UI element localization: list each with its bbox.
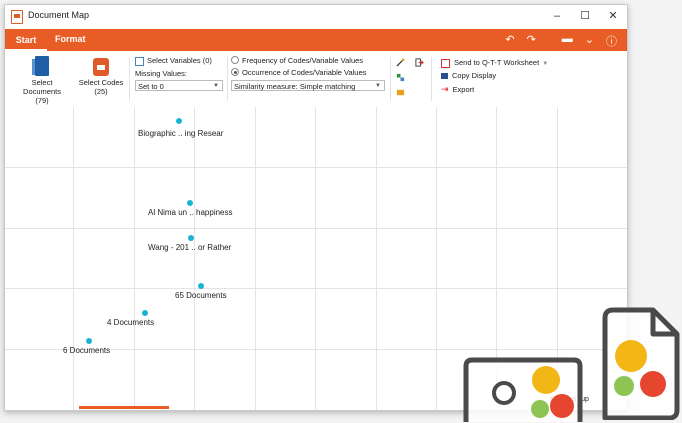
grid-line bbox=[194, 107, 195, 410]
ribbon-toolbar: Select Documents (79) Select Codes (25) … bbox=[5, 51, 627, 108]
window-title: Document Map bbox=[28, 10, 90, 20]
select-variables-label: Select Variables (0) bbox=[147, 56, 212, 65]
ribbon-separator bbox=[390, 57, 391, 101]
grid-line bbox=[5, 288, 627, 289]
frequency-label: Frequency of Codes/Variable Values bbox=[242, 56, 364, 65]
map-point-label: 4 Documents bbox=[107, 318, 155, 327]
document-map-icon bbox=[11, 10, 23, 24]
map-point[interactable] bbox=[142, 310, 148, 316]
chevron-down-icon: ▼ bbox=[213, 83, 219, 89]
copy-display-label: Copy Display bbox=[452, 71, 497, 80]
copy-display-button[interactable]: Copy Display bbox=[441, 71, 496, 80]
similarity-measure-value: Similarity measure: Simple matching bbox=[234, 82, 356, 91]
map-point[interactable] bbox=[176, 118, 182, 124]
map-point-label: Biographic .. ing Resear bbox=[138, 129, 224, 138]
export-icon: ⇥ bbox=[441, 84, 449, 94]
wand-icon[interactable] bbox=[396, 58, 405, 67]
export-label: Export bbox=[452, 85, 475, 94]
chevron-down-icon: ▼ bbox=[375, 83, 381, 89]
codes-icon bbox=[93, 58, 109, 76]
map-point[interactable] bbox=[187, 200, 193, 206]
chevron-down-icon[interactable]: ⌄ bbox=[585, 33, 594, 49]
document-map-window: Document Map – ☐ ✕ Start Format ↶ ↷ ▬ ⌄ … bbox=[4, 4, 628, 411]
missing-values-dropdown[interactable]: Set to 0 ▼ bbox=[135, 80, 223, 91]
grid-line bbox=[255, 107, 256, 410]
grid-line bbox=[134, 107, 135, 410]
ribbon-tab-bar: Start Format ↶ ↷ ▬ ⌄ ⓘ bbox=[5, 29, 627, 51]
frequency-radio[interactable]: Frequency of Codes/Variable Values bbox=[231, 56, 363, 65]
select-documents-label: Select Documents bbox=[23, 78, 61, 96]
select-codes-label: Select Codes bbox=[78, 78, 124, 87]
documents-icon bbox=[32, 56, 49, 76]
send-icon bbox=[441, 58, 450, 68]
select-documents-button[interactable]: Select Documents (79) bbox=[13, 56, 71, 105]
radio-off-icon bbox=[231, 56, 239, 65]
map-point[interactable] bbox=[198, 283, 204, 289]
send-qtt-button[interactable]: Send to Q-T-T Worksheet ▼ bbox=[441, 58, 548, 68]
occurrence-radio[interactable]: Occurrence of Codes/Variable Values bbox=[231, 68, 366, 77]
variables-icon bbox=[135, 56, 144, 66]
minimize-button[interactable]: – bbox=[546, 8, 568, 24]
map-point-label: 6 Documents bbox=[63, 346, 111, 355]
undo-icon[interactable]: ↶ bbox=[505, 33, 514, 49]
select-codes-count: (25) bbox=[94, 87, 108, 96]
grid-line bbox=[376, 107, 377, 410]
ribbon-separator bbox=[227, 57, 228, 101]
layout-icon[interactable] bbox=[396, 73, 405, 82]
tab-format[interactable]: Format bbox=[55, 34, 86, 44]
ribbon-separator bbox=[129, 57, 130, 101]
grid-line bbox=[5, 167, 627, 168]
select-variables-button[interactable]: Select Variables (0) bbox=[135, 56, 212, 66]
select-codes-button[interactable]: Select Codes (25) bbox=[77, 56, 125, 96]
missing-values-label: Missing Values: bbox=[135, 69, 187, 78]
map-point-label: 65 Documents bbox=[175, 291, 227, 300]
map-point-label: Al Nima un .. happiness bbox=[148, 208, 233, 217]
grid-line bbox=[436, 107, 437, 410]
help-icon[interactable]: ⓘ bbox=[606, 33, 617, 49]
title-bar: Document Map – ☐ ✕ bbox=[5, 5, 627, 29]
grid-line bbox=[5, 228, 627, 229]
map-point-label: Wang - 201 .. or Rather bbox=[148, 243, 232, 252]
ribbon-quick-icons: ↶ ↷ ▬ ⌄ ⓘ bbox=[505, 33, 617, 49]
select-documents-count: (79) bbox=[35, 96, 49, 105]
maximize-button[interactable]: ☐ bbox=[574, 8, 596, 24]
exit-icon[interactable] bbox=[415, 58, 424, 67]
occurrence-label: Occurrence of Codes/Variable Values bbox=[242, 68, 367, 77]
ribbon-separator bbox=[431, 57, 432, 101]
document-color-icon bbox=[602, 307, 680, 420]
horizontal-scrollbar[interactable] bbox=[79, 406, 169, 409]
options-icon[interactable]: ▬ bbox=[562, 33, 573, 49]
focus-group-icon bbox=[463, 357, 583, 422]
chevron-down-icon: ▼ bbox=[542, 61, 549, 67]
folder-icon[interactable] bbox=[396, 88, 405, 97]
similarity-measure-dropdown[interactable]: Similarity measure: Simple matching ▼ bbox=[231, 80, 385, 91]
redo-icon[interactable]: ↷ bbox=[527, 33, 536, 49]
map-point[interactable] bbox=[86, 338, 92, 344]
send-qtt-label: Send to Q-T-T Worksheet bbox=[454, 58, 540, 67]
radio-on-icon bbox=[231, 68, 239, 77]
close-button[interactable]: ✕ bbox=[602, 8, 624, 24]
export-button[interactable]: ⇥ Export bbox=[441, 84, 474, 95]
tab-start[interactable]: Start bbox=[5, 29, 47, 51]
missing-values-value: Set to 0 bbox=[138, 82, 164, 91]
map-point[interactable] bbox=[188, 235, 194, 241]
grid-line bbox=[73, 107, 74, 410]
camera-icon bbox=[441, 73, 448, 80]
grid-line bbox=[315, 107, 316, 410]
